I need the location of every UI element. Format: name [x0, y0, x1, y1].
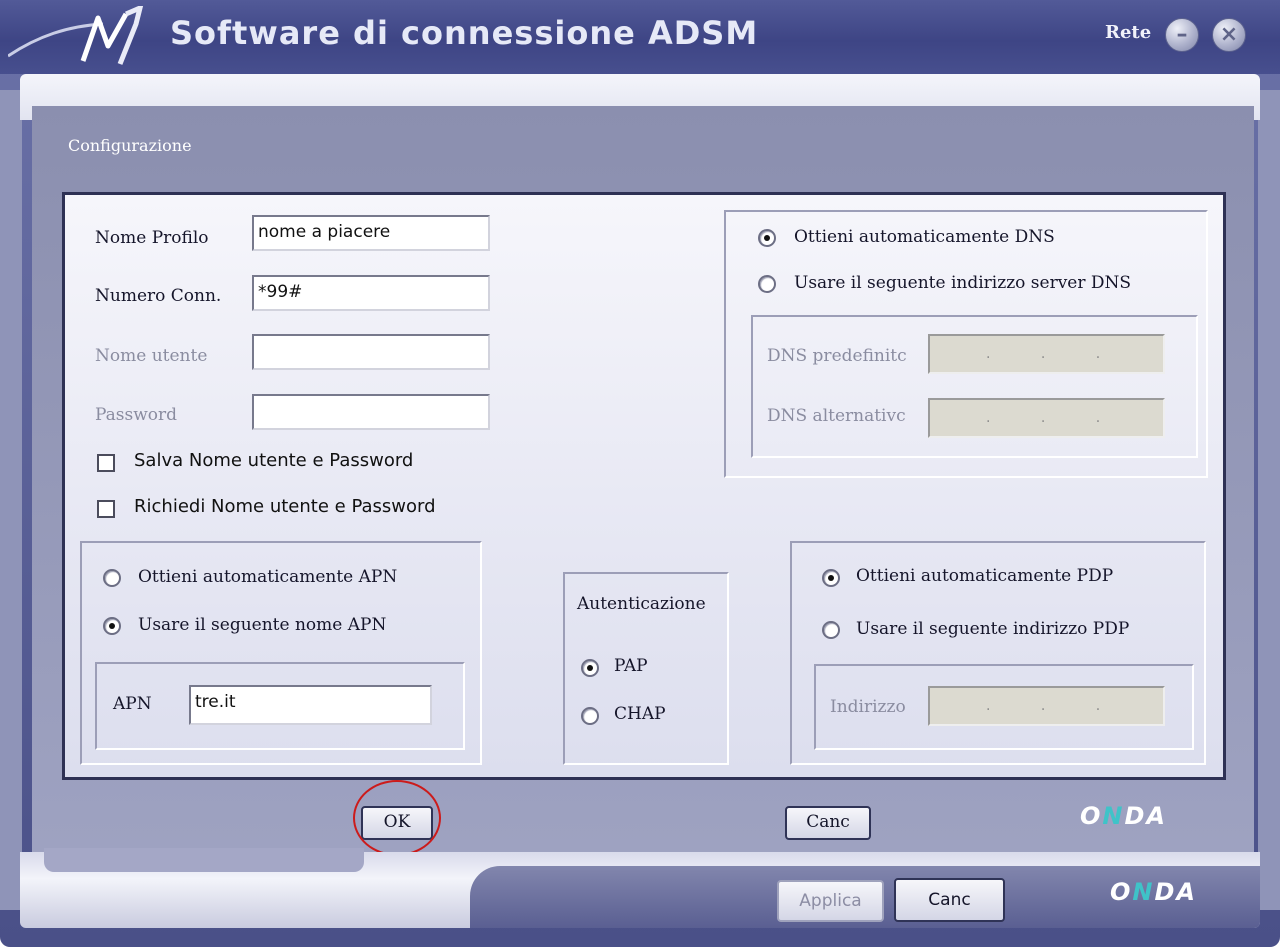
auth-chap-label[interactable]: CHAP — [614, 704, 666, 724]
dns-manual-label[interactable]: Usare il seguente indirizzo server DNS — [794, 273, 1131, 293]
apn-auto-label[interactable]: Ottieni automaticamente APN — [138, 567, 397, 587]
minimize-button[interactable]: – — [1165, 18, 1199, 52]
pdp-address-input[interactable]: . . . — [928, 686, 1165, 726]
pdp-manual-label[interactable]: Usare il seguente indirizzo PDP — [856, 619, 1129, 639]
apn-manual-label[interactable]: Usare il seguente nome APN — [138, 615, 386, 635]
window-title: Software di connessione ADSM — [170, 14, 759, 52]
username-input[interactable] — [252, 334, 490, 370]
dns-primary-label: DNS predefinitc — [767, 346, 907, 366]
pdp-manual-radio[interactable] — [822, 621, 840, 639]
pdp-auto-label[interactable]: Ottieni automaticamente PDP — [856, 566, 1113, 586]
username-label: Nome utente — [95, 346, 208, 366]
apn-label: APN — [113, 694, 152, 714]
close-button[interactable]: × — [1212, 18, 1246, 52]
apn-auto-radio[interactable] — [103, 569, 121, 587]
apn-manual-radio[interactable] — [103, 617, 121, 635]
auth-chap-radio[interactable] — [581, 707, 599, 725]
network-label[interactable]: Rete — [1105, 22, 1151, 43]
window-frame-left — [0, 90, 22, 910]
dns-manual-radio[interactable] — [758, 275, 776, 293]
apn-input[interactable]: tre.it — [189, 685, 432, 725]
conn-number-input[interactable]: *99# — [252, 275, 490, 311]
brand-right-bottom: DA — [1154, 878, 1197, 906]
window-frame-right — [1258, 90, 1280, 910]
pdp-address-dots: . . . — [986, 698, 1101, 714]
dns-auto-radio[interactable] — [758, 229, 776, 247]
profile-name-label: Nome Profilo — [95, 228, 209, 248]
auth-title: Autenticazione — [577, 594, 706, 614]
password-input[interactable] — [252, 394, 490, 430]
password-label: Password — [95, 405, 178, 425]
brand-left-bottom: O — [1110, 878, 1133, 906]
brand-right: DA — [1124, 802, 1167, 830]
ask-credentials-label[interactable]: Richiedi Nome utente e Password — [134, 496, 436, 517]
brand-logo-top: ONDA — [1080, 802, 1167, 830]
dns-primary-input[interactable]: . . . — [928, 334, 1165, 374]
pdp-address-label: Indirizzo — [830, 697, 906, 717]
cancel-inner-button[interactable]: Canc — [785, 806, 871, 840]
save-credentials-checkbox[interactable] — [97, 454, 115, 472]
dns-secondary-label: DNS alternativc — [767, 406, 906, 426]
pdp-auto-radio[interactable] — [822, 569, 840, 587]
dns-secondary-input[interactable]: . . . — [928, 398, 1165, 438]
brand-left: O — [1080, 802, 1103, 830]
brand-mid: N — [1102, 802, 1125, 830]
auth-pap-label[interactable]: PAP — [614, 656, 648, 676]
dns-primary-dots: . . . — [986, 346, 1101, 362]
ask-credentials-checkbox[interactable] — [97, 500, 115, 518]
brand-mid-bottom: N — [1132, 878, 1155, 906]
dns-secondary-dots: . . . — [986, 410, 1101, 426]
cancel-outer-button[interactable]: Canc — [894, 878, 1005, 922]
apply-button[interactable]: Applica — [777, 880, 884, 922]
highlight-circle — [353, 780, 441, 856]
auth-pap-radio[interactable] — [581, 659, 599, 677]
dns-auto-label[interactable]: Ottieni automaticamente DNS — [794, 227, 1055, 247]
save-credentials-label[interactable]: Salva Nome utente e Password — [134, 450, 413, 471]
configuration-title: Configurazione — [68, 136, 192, 155]
profile-name-input[interactable]: nome a piacere — [252, 215, 490, 251]
conn-number-label: Numero Conn. — [95, 286, 222, 306]
brand-logo-bottom: ONDA — [1110, 878, 1197, 906]
app-logo-icon — [8, 6, 144, 65]
footer-tab — [44, 848, 364, 872]
